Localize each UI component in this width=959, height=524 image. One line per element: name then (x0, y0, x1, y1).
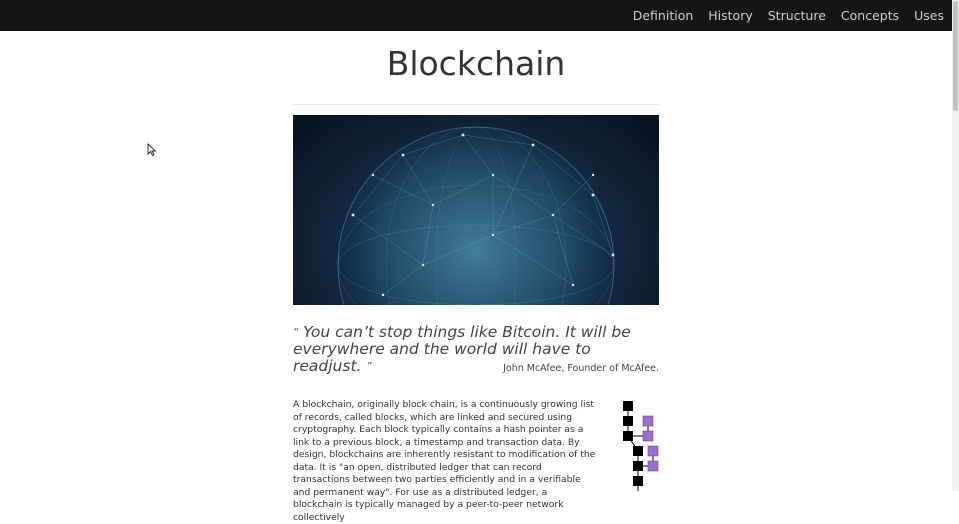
block-5 (633, 461, 643, 471)
quote-open-mark: “ (293, 327, 299, 338)
top-navbar: Definition History Structure Concepts Us… (0, 0, 952, 31)
globe-network-image (293, 115, 659, 305)
page-title: Blockchain (386, 44, 566, 83)
title-divider (293, 104, 659, 105)
nav-history[interactable]: History (708, 8, 752, 23)
orphan-block-3 (647, 445, 659, 457)
orphan-block-4 (647, 460, 659, 472)
quote-close-mark: ” (366, 361, 372, 372)
block-2 (623, 416, 633, 426)
nav-concepts[interactable]: Concepts (841, 8, 899, 23)
nav-uses[interactable]: Uses (914, 8, 944, 23)
nav-structure[interactable]: Structure (768, 8, 826, 23)
article-paragraph: A blockchain, originally block chain, is… (293, 399, 596, 523)
page-scrollbar[interactable] (952, 0, 959, 491)
block-6 (633, 476, 643, 486)
scrollbar-thumb[interactable] (953, 1, 958, 111)
nav-definition[interactable]: Definition (633, 8, 694, 23)
block-1 (623, 401, 633, 411)
block-3 (623, 431, 633, 441)
orphan-block-2 (642, 430, 654, 442)
orphan-block-1 (642, 415, 654, 427)
nav-links: Definition History Structure Concepts Us… (633, 0, 944, 31)
mouse-cursor-icon (147, 142, 157, 161)
quote-author: John McAfee, Founder of McAfee. (503, 363, 659, 374)
block-4 (633, 446, 643, 456)
blockchain-diagram (620, 399, 660, 495)
